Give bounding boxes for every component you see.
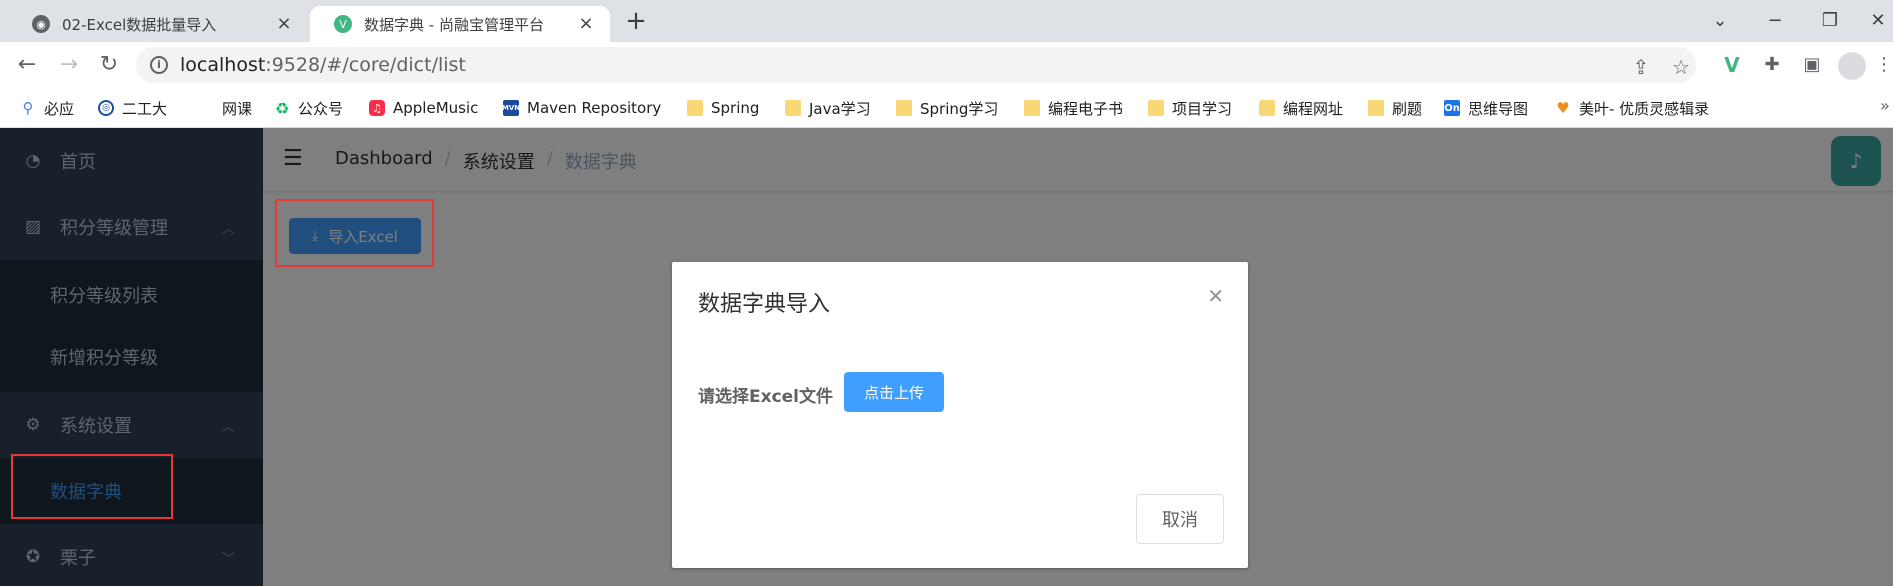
back-icon[interactable]: ← xyxy=(12,50,42,80)
minimize-icon[interactable]: − xyxy=(1755,6,1795,36)
reload-icon[interactable]: ↻ xyxy=(94,50,124,80)
new-tab-button[interactable]: + xyxy=(622,8,650,36)
bookmark[interactable]: 编程电子书 xyxy=(1024,97,1123,119)
folder-icon xyxy=(687,100,703,116)
bookmark[interactable]: MVN Maven Repository xyxy=(502,97,661,119)
browser-tab[interactable]: ◉ 02-Excel数据批量导入 × xyxy=(8,6,308,42)
close-icon[interactable]: × xyxy=(576,14,596,34)
share-icon[interactable]: ⇪ xyxy=(1628,54,1654,80)
browser-toolbar: ← → ↻ i localhost:9528/#/core/dict/list … xyxy=(0,42,1893,88)
close-icon[interactable]: × xyxy=(274,14,294,34)
window-close-icon[interactable]: ✕ xyxy=(1858,6,1893,36)
bookmarks-bar: ⚲ 必应 ◎ 二工大 网课 ♻ 公众号 ♫ AppleMusic MVN Maven Re… xyxy=(0,88,1893,128)
browser-tab-active[interactable]: V 数据字典 - 尚融宝管理平台 × xyxy=(310,6,610,42)
bookmark[interactable]: ♥ 美叶- 优质灵感辑录 xyxy=(1555,97,1709,119)
bookmark[interactable]: 项目学习 xyxy=(1148,97,1232,119)
bookmark[interactable]: 网课 xyxy=(222,97,252,119)
bookmark[interactable]: On 思维导图 xyxy=(1444,97,1528,119)
address-bar[interactable]: i localhost:9528/#/core/dict/list xyxy=(136,47,1696,83)
dialog-title: 数据字典导入 xyxy=(698,292,831,317)
side-panel-icon[interactable]: ▣ xyxy=(1798,51,1826,79)
browser-tabstrip: ◉ 02-Excel数据批量导入 × V 数据字典 - 尚融宝管理平台 × + … xyxy=(0,0,1893,42)
bookmark[interactable]: Spring xyxy=(687,97,759,119)
cancel-button[interactable]: 取消 xyxy=(1136,494,1224,544)
bookmark[interactable]: 刷题 xyxy=(1368,97,1422,119)
leaf-icon: ♥ xyxy=(1556,99,1570,117)
more-bookmarks-icon[interactable]: » xyxy=(1880,96,1890,115)
bookmark[interactable]: Java学习 xyxy=(785,97,871,119)
bookmark[interactable]: ⚲ 必应 xyxy=(20,97,75,119)
star-icon[interactable]: ☆ xyxy=(1668,54,1694,80)
search-icon: ⚲ xyxy=(22,99,34,117)
restore-icon[interactable]: ❐ xyxy=(1810,6,1850,36)
folder-icon xyxy=(785,100,801,116)
tab-title: 02-Excel数据批量导入 xyxy=(62,15,217,34)
bookmark[interactable]: ♻ 公众号 xyxy=(274,97,343,119)
profile-icon[interactable] xyxy=(1838,52,1866,80)
wechat-icon: ♻ xyxy=(274,98,290,118)
import-dialog: 数据字典导入 ✕ 请选择Excel文件 点击上传 取消 xyxy=(672,262,1248,568)
menu-icon[interactable]: ⋮ xyxy=(1870,51,1893,79)
file-label: 请选择Excel文件 xyxy=(698,387,834,407)
annotation-box xyxy=(11,454,173,519)
vue-icon: V xyxy=(334,15,352,33)
tab-search-icon[interactable]: ⌄ xyxy=(1700,6,1740,36)
upload-button[interactable]: 点击上传 xyxy=(844,372,944,412)
folder-icon xyxy=(1259,100,1275,116)
url-text: localhost:9528/#/core/dict/list xyxy=(180,54,466,76)
bookmark[interactable]: ♫ AppleMusic xyxy=(369,97,478,119)
mvn-icon: MVN xyxy=(502,100,520,116)
folder-icon xyxy=(1368,100,1384,116)
bookmark[interactable]: ◎ 二工大 xyxy=(98,97,167,119)
extensions-icon[interactable]: ✚ xyxy=(1758,51,1786,79)
bookmark[interactable]: Spring学习 xyxy=(896,97,998,119)
folder-icon xyxy=(1024,100,1040,116)
forward-icon[interactable]: → xyxy=(54,50,84,80)
globe-icon: ◉ xyxy=(32,15,50,33)
folder-icon xyxy=(896,100,912,116)
close-icon[interactable]: ✕ xyxy=(1207,286,1224,306)
on-icon: On xyxy=(1444,100,1460,116)
site-info-icon[interactable]: i xyxy=(150,56,168,74)
vue-devtools-icon[interactable]: V xyxy=(1718,51,1746,79)
tab-title: 数据字典 - 尚融宝管理平台 xyxy=(364,15,544,34)
music-icon: ♫ xyxy=(369,100,385,116)
bookmark[interactable]: 编程网址 xyxy=(1259,97,1343,119)
folder-icon xyxy=(1148,100,1164,116)
annotation-box xyxy=(275,199,434,267)
badge-icon: ◎ xyxy=(98,100,114,116)
